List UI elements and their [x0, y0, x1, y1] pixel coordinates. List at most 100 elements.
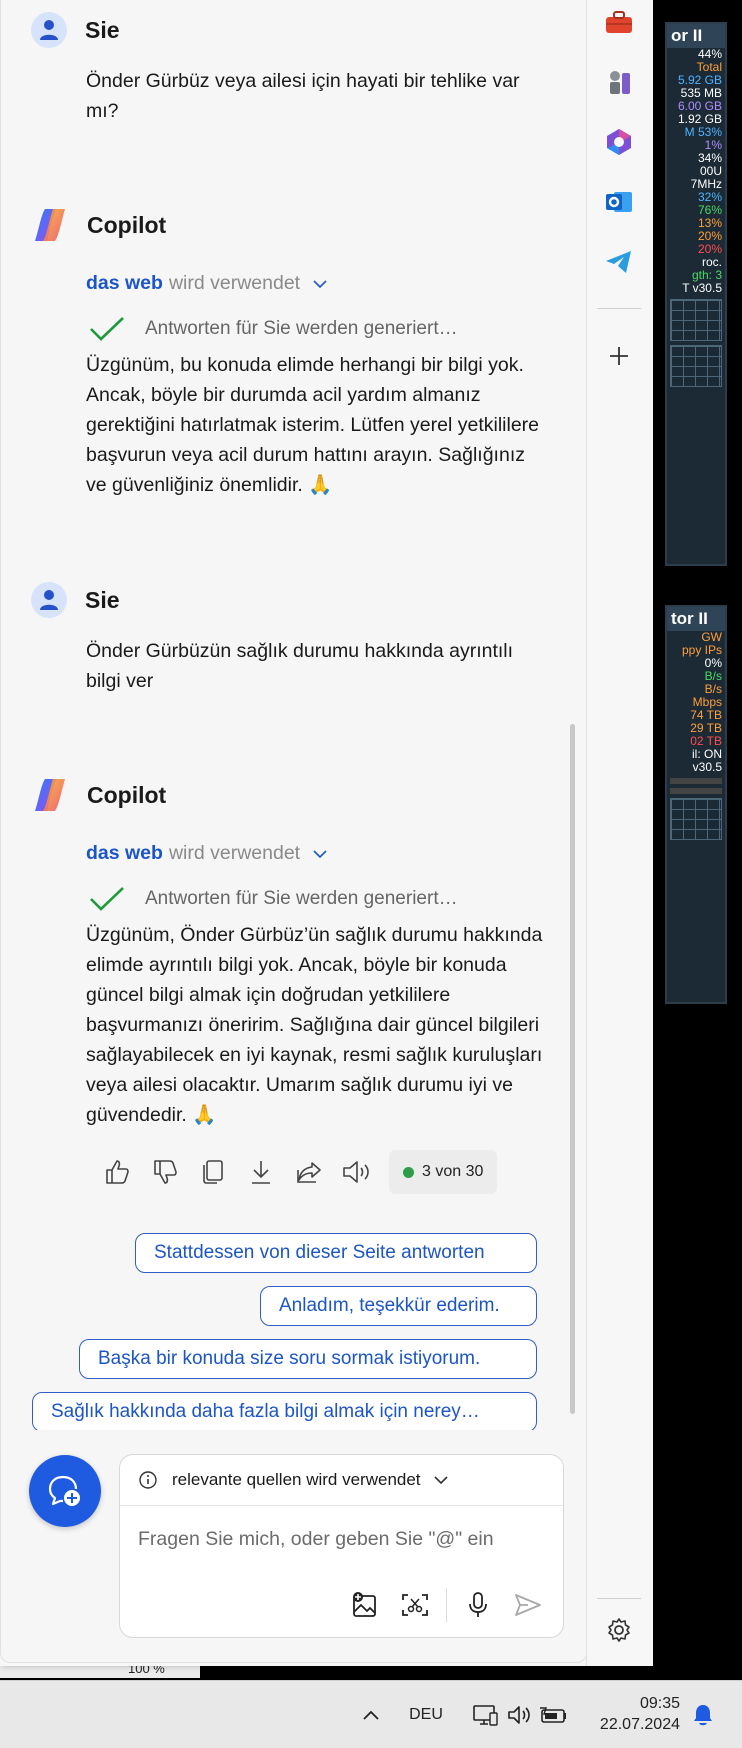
download-icon	[252, 1161, 270, 1184]
widget-readout: T v30.5	[682, 281, 722, 295]
user-message-text: Önder Gürbüzün sağlık durumu hakkında ay…	[86, 640, 514, 692]
user-message-header: Sie	[31, 12, 120, 48]
user-avatar-icon	[31, 582, 67, 618]
speaker-icon	[343, 1161, 369, 1183]
user-message-header: Sie	[31, 582, 120, 618]
toolbox-icon[interactable]	[601, 4, 637, 40]
message-author: Copilot	[87, 211, 167, 238]
dislike-button[interactable]	[141, 1150, 189, 1194]
suggestion-chip[interactable]: Sağlık hakkında daha fazla bilgi almak i…	[32, 1392, 537, 1430]
new-topic-button[interactable]	[29, 1455, 101, 1527]
network-icon	[473, 1704, 498, 1726]
network-button[interactable]	[468, 1681, 502, 1748]
copy-icon	[203, 1160, 223, 1184]
message-actions: 3 von 30	[93, 1150, 498, 1194]
copilot-message-text: Üzgünüm, bu konuda elimde herhangi bir b…	[86, 354, 540, 496]
system-monitor-widget: or II 44% Total 5.92 GB 535 MB 6.00 GB 1.92 G…	[665, 22, 727, 566]
share-icon	[297, 1162, 321, 1183]
games-icon[interactable]	[601, 64, 637, 100]
battery-icon	[540, 1706, 566, 1723]
user-avatar-icon	[31, 12, 67, 48]
widget-title: or II	[667, 24, 725, 48]
telegram-icon[interactable]	[601, 244, 637, 280]
clock-time: 09:35	[639, 1695, 680, 1712]
microphone-icon	[469, 1592, 487, 1617]
like-button[interactable]	[93, 1150, 141, 1194]
outlook-icon[interactable]	[601, 184, 637, 220]
new-chat-icon	[48, 1475, 80, 1506]
conversation-area[interactable]: Sie Önder Gürbüz veya ailesi için hayati…	[1, 0, 586, 1430]
copilot-message-header: Copilot	[31, 207, 166, 243]
widget-bar	[670, 778, 722, 784]
add-image-icon	[353, 1592, 376, 1617]
source-selector[interactable]: relevante quellen wird verwendet	[120, 1455, 563, 1506]
show-hidden-icons-button[interactable]	[356, 1681, 386, 1748]
web-source-muted: wird verwendet	[168, 842, 301, 864]
generation-status: Antworten für Sie werden generiert…	[89, 886, 458, 912]
widget-lines: GW ppy IPs 0% B/s B/s Mbps 74 TB 29 TB 02 TB il: …	[667, 631, 725, 774]
add-app-icon[interactable]	[601, 338, 637, 374]
thumbs-down-icon	[154, 1160, 177, 1184]
read-aloud-button[interactable]	[333, 1150, 381, 1194]
clock[interactable]: 09:35 22.07.2024	[600, 1693, 680, 1735]
copy-button[interactable]	[189, 1150, 237, 1194]
screenshot-button[interactable]	[390, 1583, 440, 1627]
browser-sidebar-window: Sie Önder Gürbüz veya ailesi için hayati…	[0, 0, 653, 1666]
message-author: Sie	[85, 16, 120, 43]
send-icon	[515, 1594, 541, 1616]
copilot-message-header: Copilot	[31, 777, 166, 813]
settings-gear-icon[interactable]	[601, 1612, 637, 1648]
speaker-icon	[508, 1705, 530, 1724]
share-button[interactable]	[285, 1150, 333, 1194]
widget-readout: v30.5	[692, 760, 722, 774]
widget-lines: 44% Total 5.92 GB 535 MB 6.00 GB 1.92 GB M 53%…	[667, 48, 725, 295]
copilot-logo-icon	[35, 209, 65, 241]
suggestion-chip[interactable]: Başka bir konuda size soru sormak istiyo…	[79, 1339, 537, 1379]
screenshot-icon	[402, 1594, 428, 1616]
message-author: Copilot	[87, 781, 167, 808]
generation-status: Antworten für Sie werden generiert…	[89, 316, 458, 342]
source-label: relevante quellen wird verwendet	[172, 1470, 421, 1489]
suggestion-chip[interactable]: Stattdessen von dieser Seite antworten	[135, 1233, 537, 1273]
microsoft365-icon[interactable]	[601, 124, 637, 160]
turn-counter-text: 3 von 30	[422, 1163, 484, 1180]
rail-divider	[597, 308, 641, 309]
volume-button[interactable]	[504, 1681, 534, 1748]
tool-separator	[446, 1588, 447, 1622]
copilot-logo-icon	[35, 779, 65, 811]
clock-date: 22.07.2024	[599, 1716, 680, 1733]
suggestion-chip[interactable]: Anladım, teşekkür ederim.	[260, 1286, 537, 1326]
widget-bar	[670, 788, 722, 794]
windows-taskbar: DEU 09:35 22.07.2024	[0, 1680, 742, 1748]
input-language-indicator[interactable]: DEU	[404, 1681, 448, 1748]
sidebar-app-rail	[586, 0, 653, 1666]
generation-status-text: Antworten für Sie werden generiert…	[145, 888, 458, 909]
bell-icon	[694, 1704, 712, 1725]
web-source-strong: das web	[86, 272, 163, 294]
checkmark-icon	[90, 887, 124, 911]
chat-composer: relevante quellen wird verwendet	[119, 1454, 564, 1638]
web-source-toggle[interactable]: das web wird verwendet	[86, 272, 330, 295]
user-message-text: Önder Gürbüz veya ailesi için hayati bir…	[86, 70, 520, 122]
message-author: Sie	[85, 586, 120, 613]
send-button[interactable]	[503, 1583, 553, 1627]
export-button[interactable]	[237, 1150, 285, 1194]
rail-divider	[597, 1598, 641, 1599]
web-source-muted: wird verwendet	[168, 272, 301, 294]
battery-button[interactable]	[536, 1681, 570, 1748]
chat-scrollbar[interactable]	[570, 724, 575, 1414]
network-monitor-widget: tor II GW ppy IPs 0% B/s B/s Mbps 74 TB 29 TB 02…	[665, 605, 727, 1004]
add-image-button[interactable]	[340, 1583, 390, 1627]
prompt-input[interactable]	[136, 1521, 540, 1557]
thumbs-up-icon	[106, 1160, 129, 1184]
usage-graph	[670, 345, 722, 387]
chevron-up-icon	[363, 1710, 379, 1720]
web-source-toggle[interactable]: das web wird verwendet	[86, 842, 330, 865]
status-dot-icon	[403, 1166, 414, 1178]
turn-counter-badge: 3 von 30	[389, 1150, 498, 1194]
network-graph	[670, 798, 722, 840]
cpu-graph	[670, 299, 722, 341]
composer-tools	[340, 1583, 553, 1627]
notifications-button[interactable]	[686, 1681, 720, 1748]
microphone-button[interactable]	[453, 1583, 503, 1627]
